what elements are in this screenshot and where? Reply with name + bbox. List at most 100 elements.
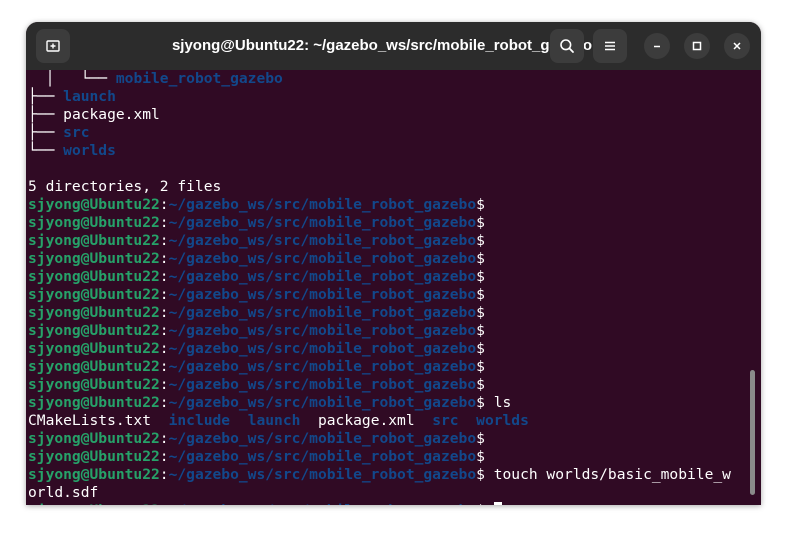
tree-line: ├── package.xml [28, 106, 748, 124]
prompt-separator: : [159, 394, 169, 411]
prompt-dollar: $ [476, 322, 485, 339]
prompt-user-host: sjyong@Ubuntu22 [28, 466, 160, 483]
prompt-dollar: $ [476, 286, 485, 303]
prompt-user-host: sjyong@Ubuntu22 [28, 322, 160, 339]
prompt-user-host: sjyong@Ubuntu22 [28, 376, 160, 393]
prompt-user-host: sjyong@Ubuntu22 [28, 430, 160, 447]
prompt-dollar: $ [476, 268, 485, 285]
search-button[interactable] [550, 29, 584, 63]
tree-summary: 5 directories, 2 files [28, 178, 222, 195]
prompt-user-host: sjyong@Ubuntu22 [28, 214, 160, 231]
prompt-path: ~/gazebo_ws/src/mobile_robot_gazebo [168, 196, 477, 213]
prompt-line: sjyong@Ubuntu22:~/gazebo_ws/src/mobile_r… [28, 394, 748, 412]
command-text: orld.sdf [28, 484, 99, 501]
tree-branch: ├── [28, 88, 64, 105]
prompt-separator: : [159, 196, 169, 213]
prompt-path: ~/gazebo_ws/src/mobile_robot_gazebo [168, 304, 477, 321]
prompt-line: sjyong@Ubuntu22:~/gazebo_ws/src/mobile_r… [28, 340, 748, 358]
prompt-path: ~/gazebo_ws/src/mobile_robot_gazebo [168, 358, 477, 375]
prompt-user-host: sjyong@Ubuntu22 [28, 250, 160, 267]
tree-line: ├── src [28, 124, 748, 142]
ls-entry-file: package.xml [317, 412, 415, 429]
prompt-separator: : [159, 286, 169, 303]
prompt-line: sjyong@Ubuntu22:~/gazebo_ws/src/mobile_r… [28, 448, 748, 466]
close-button[interactable] [724, 33, 750, 59]
maximize-icon [692, 41, 702, 51]
prompt-separator: : [159, 340, 169, 357]
prompt-path: ~/gazebo_ws/src/mobile_robot_gazebo [168, 322, 477, 339]
prompt-dollar: $ [476, 196, 485, 213]
prompt-dollar: $ [476, 214, 485, 231]
prompt-user-host: sjyong@Ubuntu22 [28, 268, 160, 285]
prompt-path: ~/gazebo_ws/src/mobile_robot_gazebo [168, 430, 477, 447]
ls-entry-dir: worlds [476, 412, 529, 429]
prompt-line: sjyong@Ubuntu22:~/gazebo_ws/src/mobile_r… [28, 196, 748, 214]
prompt-separator: : [159, 232, 169, 249]
prompt-user-host: sjyong@Ubuntu22 [28, 394, 160, 411]
title-bar: sjyong@Ubuntu22: ~/gazebo_ws/src/mobile_… [26, 22, 761, 70]
ls-entry-dir: include [168, 412, 231, 429]
prompt-path: ~/gazebo_ws/src/mobile_robot_gazebo [168, 394, 477, 411]
menu-button[interactable] [593, 29, 627, 63]
ls-entry-dir: src [432, 412, 459, 429]
prompt-dollar: $ [476, 376, 485, 393]
tree-line: │ └── mobile_robot_gazebo [28, 70, 748, 88]
prompt-user-host: sjyong@Ubuntu22 [28, 358, 160, 375]
prompt-path: ~/gazebo_ws/src/mobile_robot_gazebo [168, 232, 477, 249]
prompt-separator: : [159, 448, 169, 465]
prompt-dollar: $ [476, 304, 485, 321]
prompt-line: sjyong@Ubuntu22:~/gazebo_ws/src/mobile_r… [28, 466, 748, 484]
text-cursor[interactable] [493, 502, 502, 505]
tree-branch: ├── [28, 124, 64, 141]
new-tab-icon [46, 40, 60, 52]
prompt-path: ~/gazebo_ws/src/mobile_robot_gazebo [168, 250, 477, 267]
prompt-separator: : [159, 250, 169, 267]
prompt-line: sjyong@Ubuntu22:~/gazebo_ws/src/mobile_r… [28, 250, 748, 268]
prompt-line: sjyong@Ubuntu22:~/gazebo_ws/src/mobile_r… [28, 322, 748, 340]
prompt-line: sjyong@Ubuntu22:~/gazebo_ws/src/mobile_r… [28, 358, 748, 376]
active-prompt-line: sjyong@Ubuntu22:~/gazebo_ws/src/mobile_r… [28, 502, 748, 505]
tree-line: └── worlds [28, 142, 748, 160]
prompt-separator: : [159, 304, 169, 321]
prompt-line: sjyong@Ubuntu22:~/gazebo_ws/src/mobile_r… [28, 376, 748, 394]
prompt-path: ~/gazebo_ws/src/mobile_robot_gazebo [168, 376, 477, 393]
prompt-separator: : [159, 466, 169, 483]
prompt-user-host: sjyong@Ubuntu22 [28, 286, 160, 303]
prompt-path: ~/gazebo_ws/src/mobile_robot_gazebo [168, 286, 477, 303]
prompt-path: ~/gazebo_ws/src/mobile_robot_gazebo [168, 214, 477, 231]
prompt-dollar: $ [476, 502, 485, 505]
prompt-separator: : [159, 376, 169, 393]
tree-branch: ├── [28, 106, 64, 123]
prompt-user-host: sjyong@Ubuntu22 [28, 232, 160, 249]
maximize-button[interactable] [684, 33, 710, 59]
prompt-dollar: $ [476, 466, 485, 483]
new-tab-button[interactable] [36, 29, 70, 63]
prompt-dollar: $ [476, 448, 485, 465]
ls-entry-file: CMakeLists.txt [28, 412, 152, 429]
prompt-separator: : [159, 430, 169, 447]
minimize-icon [654, 45, 660, 48]
prompt-dollar: $ [476, 358, 485, 375]
prompt-separator: : [159, 268, 169, 285]
scrollbar-thumb[interactable] [750, 370, 755, 495]
ls-output-line: CMakeLists.txt include launch package.xm… [28, 412, 748, 430]
prompt-dollar: $ [476, 250, 485, 267]
close-icon [733, 42, 741, 50]
tree-branch: │ └── [28, 70, 116, 87]
minimize-button[interactable] [644, 33, 670, 59]
tree-summary-line: 5 directories, 2 files [28, 178, 748, 196]
hamburger-menu-icon [605, 41, 615, 51]
prompt-separator: : [160, 502, 169, 505]
prompt-user-host: sjyong@Ubuntu22 [28, 196, 160, 213]
prompt-separator: : [159, 358, 169, 375]
command-text: ls [484, 394, 512, 411]
prompt-user-host: sjyong@Ubuntu22 [28, 340, 160, 357]
wrapped-command-line: orld.sdf [28, 484, 748, 502]
terminal-output[interactable]: │ └── mobile_robot_gazebo ├── launch ├── p… [28, 70, 748, 505]
prompt-line: sjyong@Ubuntu22:~/gazebo_ws/src/mobile_r… [28, 214, 748, 232]
prompt-line: sjyong@Ubuntu22:~/gazebo_ws/src/mobile_r… [28, 430, 748, 448]
